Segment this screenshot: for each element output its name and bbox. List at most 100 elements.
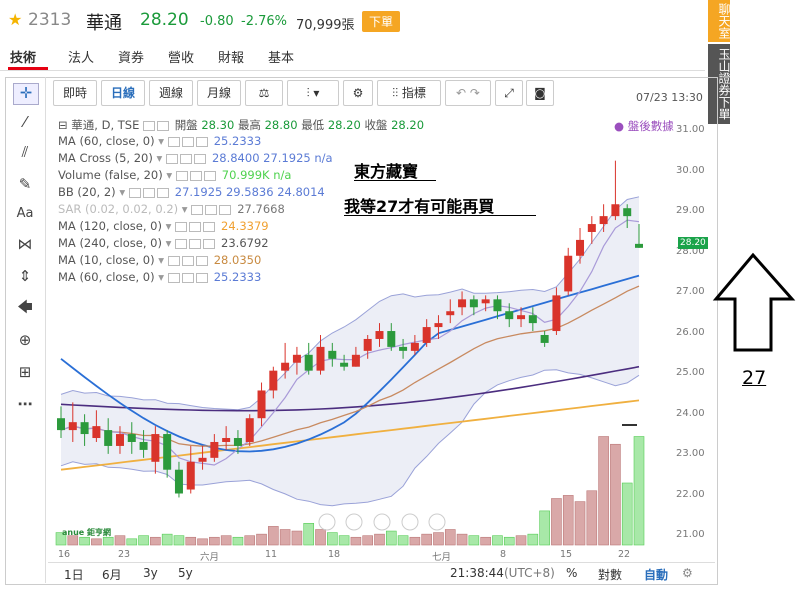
tab-financials[interactable]: 財報 xyxy=(218,47,244,66)
indicator-icon: ⫶⫶ xyxy=(392,86,402,100)
fork-icon[interactable]: ⫽ xyxy=(13,143,37,163)
legend-option-box[interactable] xyxy=(191,204,204,215)
legend-dropdown-icon[interactable]: ▾ xyxy=(178,202,191,216)
legend-option-box[interactable] xyxy=(189,221,202,232)
legend-row-label: MA (240, close, 0) xyxy=(58,236,162,250)
legend-dropdown-icon[interactable]: ▾ xyxy=(163,168,176,182)
up-arrow-icon xyxy=(712,252,796,352)
zoom-icon[interactable]: ⊕ xyxy=(13,331,37,351)
legend-high: 28.80 xyxy=(264,118,298,132)
y-tick-label: 26.00 xyxy=(676,326,705,338)
order-button[interactable]: 下單 xyxy=(362,11,401,32)
range-1d[interactable]: 1日 xyxy=(64,566,84,583)
y-tick-label: 29.00 xyxy=(676,205,705,216)
undo-redo-icon[interactable]: ↶ ↷ xyxy=(445,80,491,106)
legend-option-box[interactable] xyxy=(175,221,188,232)
ruler-icon[interactable]: ⊞ xyxy=(13,363,37,383)
after-hours-link[interactable]: ● 盤後數據 xyxy=(614,118,674,134)
percent-toggle[interactable]: % xyxy=(566,566,577,580)
legend-option-box[interactable] xyxy=(167,255,180,266)
auto-scale-toggle[interactable]: 自動 xyxy=(644,566,668,583)
measure-icon[interactable]: ⇕ xyxy=(13,267,37,287)
tab-margin[interactable]: 資券 xyxy=(118,47,144,66)
indicator-button[interactable]: ⫶⫶ 指標 xyxy=(377,80,441,106)
tick-button[interactable]: 即時 xyxy=(53,80,97,106)
legend-option-box[interactable] xyxy=(165,153,178,164)
legend-row: MA (10, close, 0) ▾ 28.0350 xyxy=(58,253,261,269)
legend-option-box[interactable] xyxy=(128,187,141,198)
legend-option-box[interactable] xyxy=(189,238,202,249)
tab-basics[interactable]: 基本 xyxy=(268,47,294,66)
crosshair-icon[interactable]: ✛ xyxy=(13,83,39,105)
indicator-label: 指標 xyxy=(401,86,426,100)
legend-option-box[interactable] xyxy=(181,255,194,266)
legend-option-box[interactable] xyxy=(179,153,192,164)
legend-row-label: BB (20, 2) xyxy=(58,185,116,199)
weekly-button[interactable]: 週線 xyxy=(149,80,193,106)
legend-dropdown-icon[interactable]: ▾ xyxy=(153,151,166,165)
camera-icon[interactable]: ◙ xyxy=(526,80,554,106)
settings-gear-icon[interactable]: ⚙ xyxy=(343,80,373,106)
daily-button[interactable]: 日線 xyxy=(101,80,145,106)
legend-row-value: 25.2333 xyxy=(213,270,262,284)
legend-option-box[interactable] xyxy=(219,204,232,215)
chat-room-button[interactable]: 聊天室 xyxy=(708,0,731,42)
legend-option-box[interactable] xyxy=(175,170,188,181)
legend-option-box[interactable] xyxy=(156,187,169,198)
legend-option-box[interactable] xyxy=(181,272,194,283)
legend-option-box[interactable] xyxy=(205,204,218,215)
legend-option-box[interactable] xyxy=(167,136,180,147)
legend-option-box[interactable] xyxy=(181,136,194,147)
brush-icon[interactable]: ✎ xyxy=(13,175,37,195)
log-toggle[interactable]: 對數 xyxy=(598,566,622,583)
legend-dropdown-icon[interactable]: ▾ xyxy=(162,236,175,250)
legend-row-value: 28.8400 27.1925 n/a xyxy=(211,151,333,165)
legend-toggle-icon[interactable]: ⊟ xyxy=(58,118,68,132)
legend-dropdown-icon[interactable]: ▾ xyxy=(162,219,175,233)
legend-option-box[interactable] xyxy=(203,221,216,232)
legend-row-value: 23.6792 xyxy=(221,236,269,250)
legend-option-box[interactable] xyxy=(203,170,216,181)
tab-technical[interactable]: 技術 xyxy=(10,47,36,66)
monthly-button[interactable]: 月線 xyxy=(197,80,241,106)
legend-dropdown-icon[interactable]: ▾ xyxy=(116,185,129,199)
favorite-star-icon[interactable]: ★ xyxy=(8,10,22,29)
compare-icon[interactable]: ⚖ xyxy=(245,80,283,106)
more-icon[interactable]: ⋯ xyxy=(13,395,37,415)
tab-revenue[interactable]: 營收 xyxy=(168,47,194,66)
y-tick-label: 27.00 xyxy=(676,286,705,297)
legend-row-label: SAR (0.02, 0.02, 0.2) xyxy=(58,202,179,216)
legend-dropdown-icon[interactable]: ▾ xyxy=(155,134,168,148)
range-5y[interactable]: 5y xyxy=(178,566,193,580)
fullscreen-icon[interactable]: ⤢ xyxy=(495,80,523,106)
annotation-line1: 東方藏寶 xyxy=(354,162,419,181)
legend-option-box[interactable] xyxy=(195,255,208,266)
range-6m[interactable]: 6月 xyxy=(102,566,122,583)
arrow-left-icon[interactable]: 🡄 xyxy=(13,297,37,317)
tab-institutional[interactable]: 法人 xyxy=(68,47,94,66)
range-3y[interactable]: 3y xyxy=(143,566,158,580)
legend-option-box[interactable] xyxy=(167,272,180,283)
pattern-icon[interactable]: ⋈ xyxy=(13,235,37,255)
legend-option-box[interactable] xyxy=(189,170,202,181)
legend-symbol: 華通, D, TSE xyxy=(71,118,140,132)
info-tabs: 技術 法人 資券 營收 財報 基本 07/23 13:30 xyxy=(0,42,705,104)
legend-option-box[interactable] xyxy=(203,238,216,249)
x-tick-label: 16 xyxy=(58,549,71,560)
annotation-underline-1 xyxy=(354,180,436,181)
trendline-icon[interactable]: ⁄ xyxy=(13,113,37,133)
chart-type-icon[interactable]: ⫶ ▾ xyxy=(287,80,339,106)
legend-high-label: 最高 xyxy=(237,118,261,132)
legend-dropdown-icon[interactable]: ▾ xyxy=(155,270,168,284)
legend-option-box[interactable] xyxy=(195,272,208,283)
legend-option-box[interactable] xyxy=(175,238,188,249)
settings-gear-icon[interactable]: ⚙ xyxy=(682,566,693,580)
legend-option-box[interactable] xyxy=(142,187,155,198)
legend-option-box[interactable] xyxy=(193,153,206,164)
legend-row-value: 25.2333 xyxy=(213,134,262,148)
legend-dropdown-icon[interactable]: ▾ xyxy=(155,253,168,267)
legend-row-label: MA (120, close, 0) xyxy=(58,219,162,233)
stock-price: 28.20 xyxy=(140,10,189,30)
legend-option-box[interactable] xyxy=(195,136,208,147)
text-tool-icon[interactable]: Aa xyxy=(13,206,37,226)
